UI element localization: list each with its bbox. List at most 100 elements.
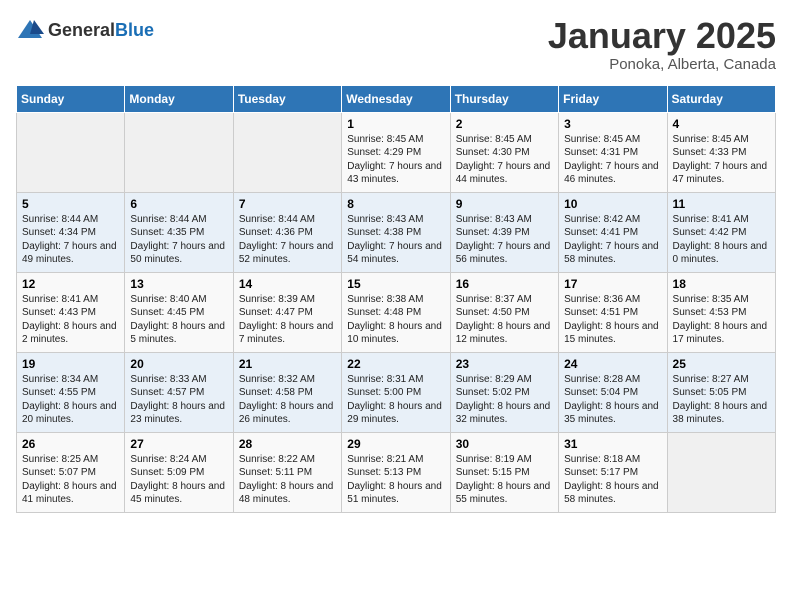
day-info: Sunrise: 8:44 AMSunset: 4:34 PMDaylight:… xyxy=(22,213,119,267)
calendar-day-cell: 6 Sunrise: 8:44 AMSunset: 4:35 PMDaylight… xyxy=(125,192,233,272)
calendar-day-cell: 22 Sunrise: 8:31 AMSunset: 5:00 PMDayligh… xyxy=(342,352,450,432)
calendar-week-row: 26 Sunrise: 8:25 AMSunset: 5:07 PMDayligh… xyxy=(17,432,776,512)
calendar-day-cell: 27 Sunrise: 8:24 AMSunset: 5:09 PMDayligh… xyxy=(125,432,233,512)
day-info: Sunrise: 8:22 AMSunset: 5:11 PMDaylight:… xyxy=(239,453,336,507)
day-info: Sunrise: 8:45 AMSunset: 4:33 PMDaylight:… xyxy=(673,133,770,187)
day-info: Sunrise: 8:35 AMSunset: 4:53 PMDaylight:… xyxy=(673,293,770,347)
weekday-header: Wednesday xyxy=(342,85,450,112)
day-info: Sunrise: 8:45 AMSunset: 4:30 PMDaylight:… xyxy=(456,133,553,187)
day-number: 1 xyxy=(347,117,444,131)
day-number: 31 xyxy=(564,437,661,451)
day-info: Sunrise: 8:36 AMSunset: 4:51 PMDaylight:… xyxy=(564,293,661,347)
calendar-day-cell: 16Sunrise: 8:37 AMSunset: 4:50 PMDayligh… xyxy=(450,272,558,352)
day-number: 23 xyxy=(456,357,553,371)
calendar-day-cell: 8Sunrise: 8:43 AMSunset: 4:38 PMDaylight… xyxy=(342,192,450,272)
calendar-day-cell xyxy=(233,112,341,192)
day-info: Sunrise: 8:32 AMSunset: 4:58 PMDaylight:… xyxy=(239,373,336,427)
day-info: Sunrise: 8:25 AMSunset: 5:07 PMDaylight:… xyxy=(22,453,119,507)
day-info: Sunrise: 8:45 AMSunset: 4:31 PMDaylight:… xyxy=(564,133,661,187)
calendar-day-cell xyxy=(667,432,775,512)
day-number: 9 xyxy=(456,197,553,211)
day-info: Sunrise: 8:28 AMSunset: 5:04 PMDaylight:… xyxy=(564,373,661,427)
calendar-day-cell: 25 Sunrise: 8:27 AMSunset: 5:05 PMDayligh… xyxy=(667,352,775,432)
weekday-header: Tuesday xyxy=(233,85,341,112)
day-info: Sunrise: 8:43 AMSunset: 4:39 PMDaylight:… xyxy=(456,213,553,267)
calendar-day-cell: 28 Sunrise: 8:22 AMSunset: 5:11 PMDayligh… xyxy=(233,432,341,512)
calendar-table: SundayMondayTuesdayWednesdayThursdayFrid… xyxy=(16,85,776,513)
day-number: 2 xyxy=(456,117,553,131)
day-info: Sunrise: 8:24 AMSunset: 5:09 PMDaylight:… xyxy=(130,453,227,507)
day-info: Sunrise: 8:21 AMSunset: 5:13 PMDaylight:… xyxy=(347,453,444,507)
calendar-day-cell xyxy=(17,112,125,192)
calendar-day-cell: 11Sunrise: 8:41 AMSunset: 4:42 PMDayligh… xyxy=(667,192,775,272)
calendar-day-cell: 30 Sunrise: 8:19 AMSunset: 5:15 PMDayligh… xyxy=(450,432,558,512)
calendar-day-cell: 26 Sunrise: 8:25 AMSunset: 5:07 PMDayligh… xyxy=(17,432,125,512)
day-number: 24 xyxy=(564,357,661,371)
day-number: 26 xyxy=(22,437,119,451)
calendar-day-cell: 9 Sunrise: 8:43 AMSunset: 4:39 PMDaylight… xyxy=(450,192,558,272)
day-info: Sunrise: 8:41 AMSunset: 4:43 PMDaylight:… xyxy=(22,293,119,347)
day-info: Sunrise: 8:27 AMSunset: 5:05 PMDaylight:… xyxy=(673,373,770,427)
day-info: Sunrise: 8:29 AMSunset: 5:02 PMDaylight:… xyxy=(456,373,553,427)
logo-text-blue: Blue xyxy=(115,20,154,40)
day-info: Sunrise: 8:18 AMSunset: 5:17 PMDaylight:… xyxy=(564,453,661,507)
day-number: 13 xyxy=(130,277,227,291)
calendar-day-cell: 4 Sunrise: 8:45 AMSunset: 4:33 PMDaylight… xyxy=(667,112,775,192)
calendar-day-cell: 10 Sunrise: 8:42 AMSunset: 4:41 PMDayligh… xyxy=(559,192,667,272)
calendar-body: 1 Sunrise: 8:45 AMSunset: 4:29 PMDaylight… xyxy=(17,112,776,512)
weekday-header: Sunday xyxy=(17,85,125,112)
day-number: 30 xyxy=(456,437,553,451)
calendar-header: SundayMondayTuesdayWednesdayThursdayFrid… xyxy=(17,85,776,112)
day-info: Sunrise: 8:19 AMSunset: 5:15 PMDaylight:… xyxy=(456,453,553,507)
day-number: 22 xyxy=(347,357,444,371)
day-number: 4 xyxy=(673,117,770,131)
day-number: 14 xyxy=(239,277,336,291)
day-number: 17 xyxy=(564,277,661,291)
calendar-week-row: 12 Sunrise: 8:41 AMSunset: 4:43 PMDayligh… xyxy=(17,272,776,352)
day-number: 19 xyxy=(22,357,119,371)
calendar-subtitle: Ponoka, Alberta, Canada xyxy=(548,56,776,73)
day-number: 10 xyxy=(564,197,661,211)
calendar-day-cell: 13 Sunrise: 8:40 AMSunset: 4:45 PMDayligh… xyxy=(125,272,233,352)
calendar-day-cell: 24 Sunrise: 8:28 AMSunset: 5:04 PMDayligh… xyxy=(559,352,667,432)
weekday-header: Friday xyxy=(559,85,667,112)
day-info: Sunrise: 8:31 AMSunset: 5:00 PMDaylight:… xyxy=(347,373,444,427)
calendar-title: January 2025 xyxy=(548,16,776,56)
calendar-day-cell: 18Sunrise: 8:35 AMSunset: 4:53 PMDayligh… xyxy=(667,272,775,352)
calendar-day-cell: 31 Sunrise: 8:18 AMSunset: 5:17 PMDayligh… xyxy=(559,432,667,512)
calendar-day-cell: 12 Sunrise: 8:41 AMSunset: 4:43 PMDayligh… xyxy=(17,272,125,352)
calendar-day-cell: 1 Sunrise: 8:45 AMSunset: 4:29 PMDaylight… xyxy=(342,112,450,192)
calendar-day-cell: 17 Sunrise: 8:36 AMSunset: 4:51 PMDayligh… xyxy=(559,272,667,352)
calendar-day-cell: 19 Sunrise: 8:34 AMSunset: 4:55 PMDayligh… xyxy=(17,352,125,432)
day-number: 12 xyxy=(22,277,119,291)
day-number: 6 xyxy=(130,197,227,211)
day-info: Sunrise: 8:34 AMSunset: 4:55 PMDaylight:… xyxy=(22,373,119,427)
day-info: Sunrise: 8:45 AMSunset: 4:29 PMDaylight:… xyxy=(347,133,444,187)
logo: GeneralBlue xyxy=(16,16,154,44)
day-number: 29 xyxy=(347,437,444,451)
calendar-day-cell: 2 Sunrise: 8:45 AMSunset: 4:30 PMDaylight… xyxy=(450,112,558,192)
calendar-day-cell: 20Sunrise: 8:33 AMSunset: 4:57 PMDayligh… xyxy=(125,352,233,432)
weekday-header: Thursday xyxy=(450,85,558,112)
calendar-day-cell: 23 Sunrise: 8:29 AMSunset: 5:02 PMDayligh… xyxy=(450,352,558,432)
calendar-day-cell xyxy=(125,112,233,192)
logo-icon xyxy=(16,16,44,44)
calendar-day-cell: 29 Sunrise: 8:21 AMSunset: 5:13 PMDayligh… xyxy=(342,432,450,512)
day-info: Sunrise: 8:44 AMSunset: 4:35 PMDaylight:… xyxy=(130,213,227,267)
day-number: 7 xyxy=(239,197,336,211)
day-info: Sunrise: 8:38 AMSunset: 4:48 PMDaylight:… xyxy=(347,293,444,347)
day-number: 27 xyxy=(130,437,227,451)
day-number: 28 xyxy=(239,437,336,451)
day-number: 25 xyxy=(673,357,770,371)
day-number: 21 xyxy=(239,357,336,371)
calendar-week-row: 19 Sunrise: 8:34 AMSunset: 4:55 PMDayligh… xyxy=(17,352,776,432)
day-number: 15 xyxy=(347,277,444,291)
day-info: Sunrise: 8:42 AMSunset: 4:41 PMDaylight:… xyxy=(564,213,661,267)
calendar-day-cell: 14Sunrise: 8:39 AMSunset: 4:47 PMDayligh… xyxy=(233,272,341,352)
calendar-week-row: 5Sunrise: 8:44 AMSunset: 4:34 PMDaylight… xyxy=(17,192,776,272)
day-info: Sunrise: 8:37 AMSunset: 4:50 PMDaylight:… xyxy=(456,293,553,347)
title-block: January 2025 Ponoka, Alberta, Canada xyxy=(548,16,776,73)
day-info: Sunrise: 8:41 AMSunset: 4:42 PMDaylight:… xyxy=(673,213,770,267)
day-info: Sunrise: 8:40 AMSunset: 4:45 PMDaylight:… xyxy=(130,293,227,347)
calendar-day-cell: 5Sunrise: 8:44 AMSunset: 4:34 PMDaylight… xyxy=(17,192,125,272)
